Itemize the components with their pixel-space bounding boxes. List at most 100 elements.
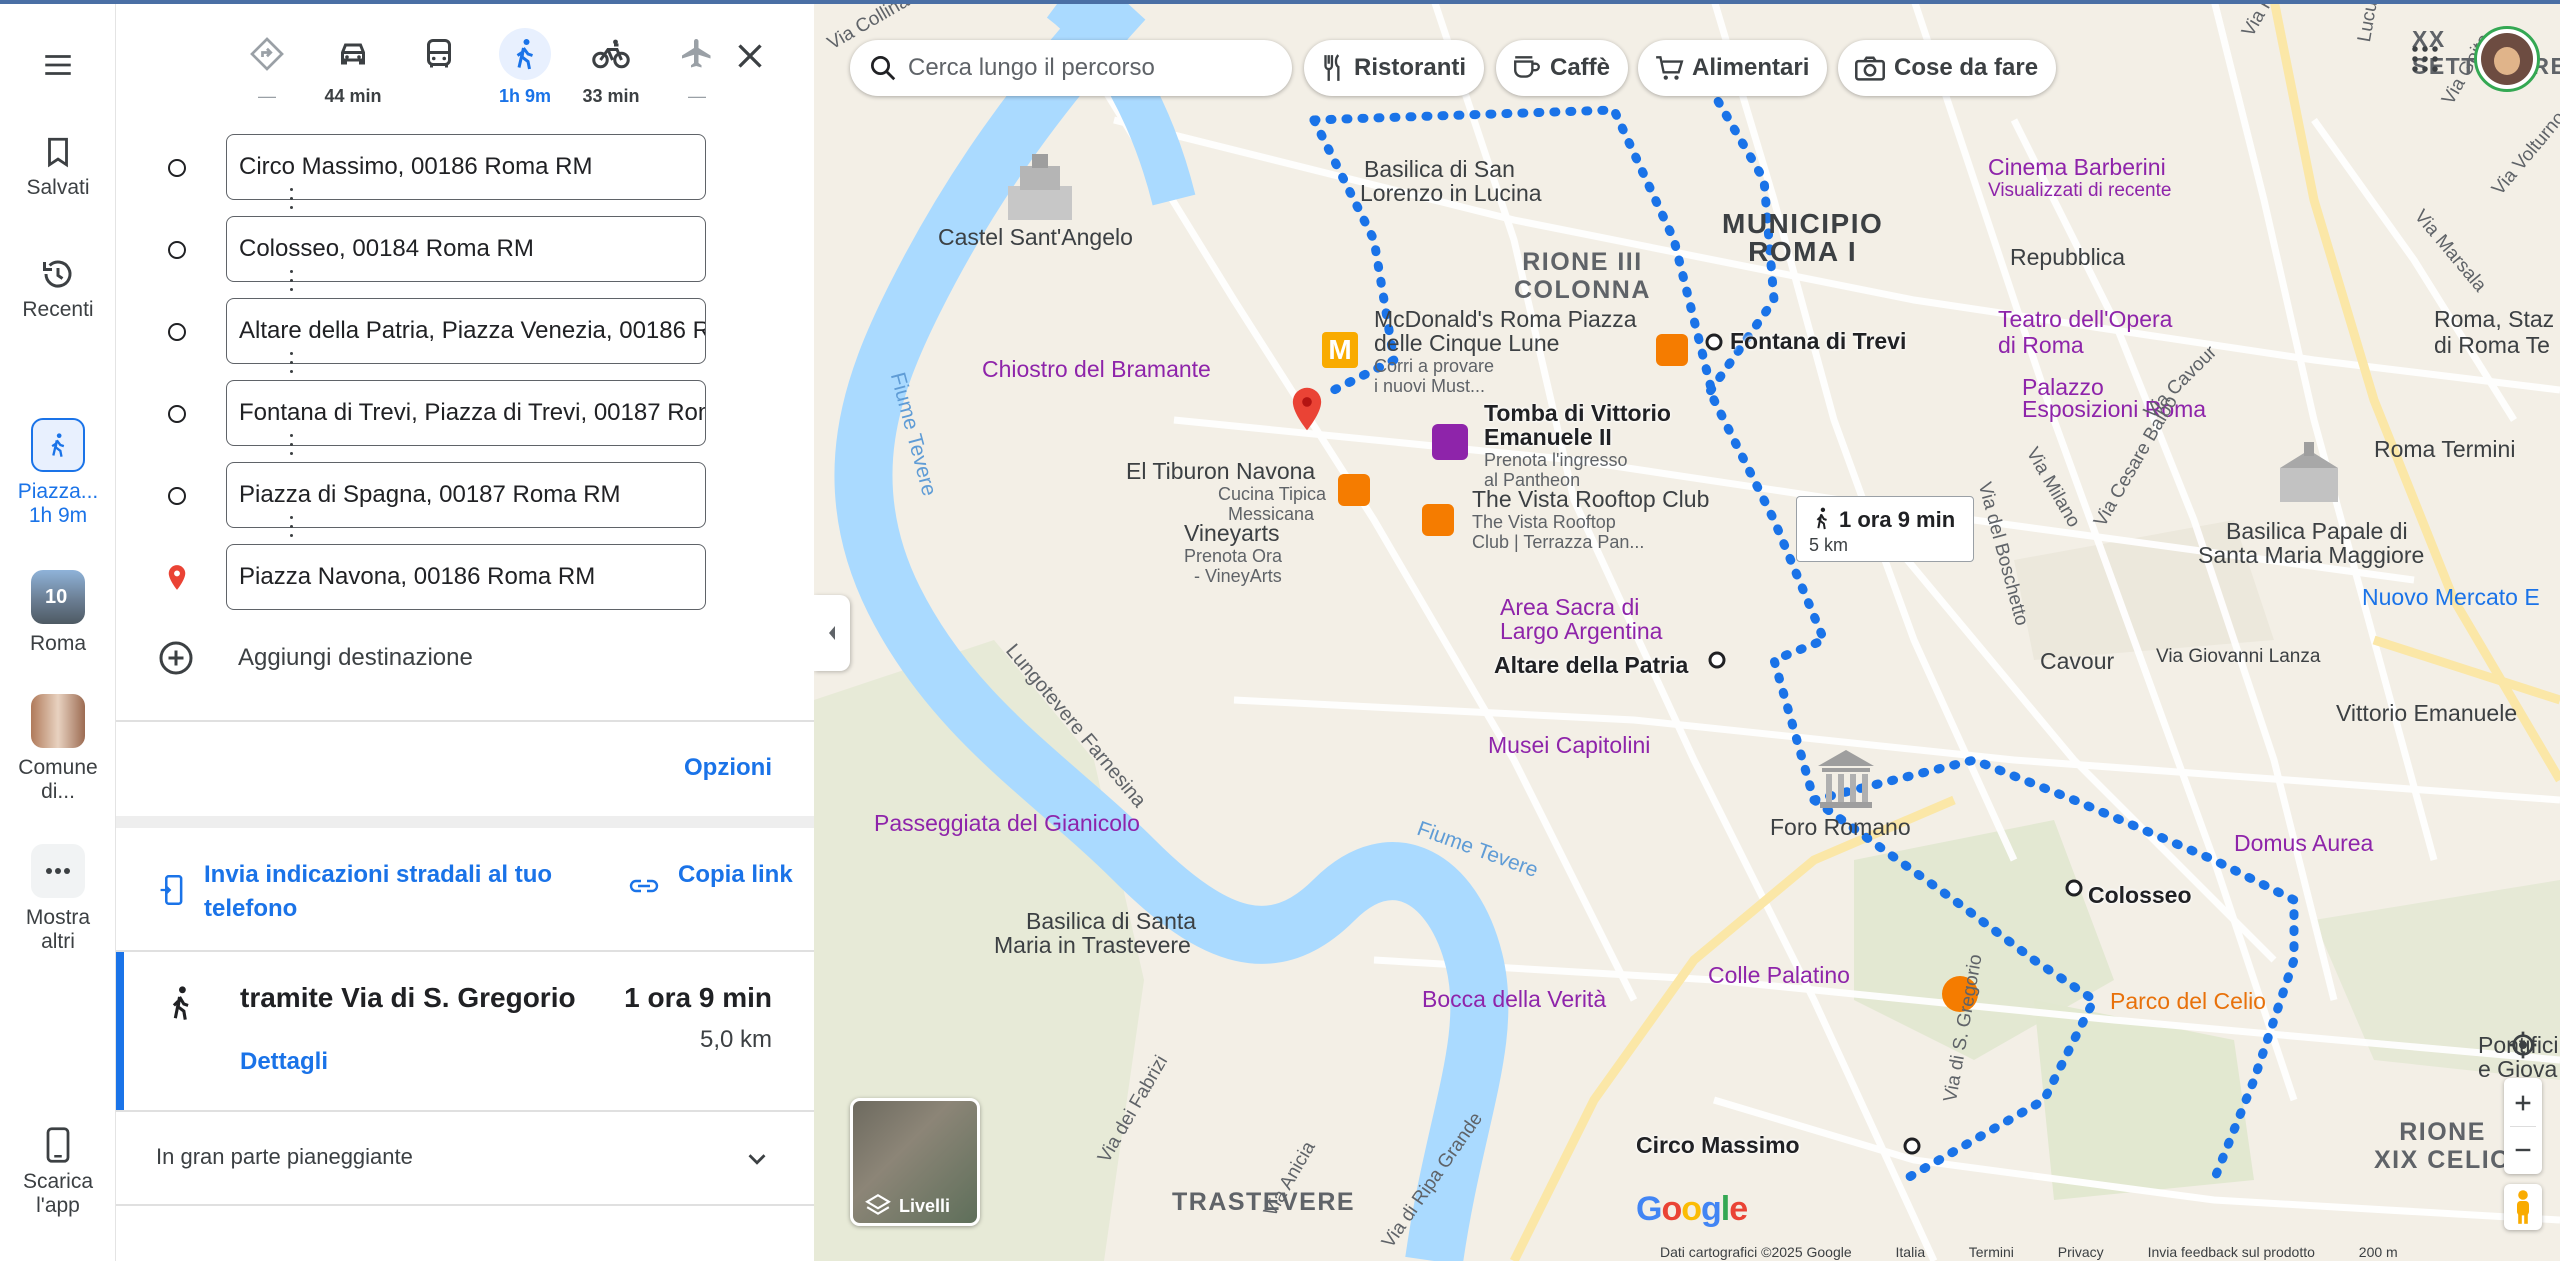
- stop-input-6[interactable]: Piazza Navona, 00186 Roma RM: [226, 544, 706, 610]
- map-label[interactable]: Basilica Papale di: [2226, 518, 2408, 545]
- copy-link-button[interactable]: Copia link: [678, 858, 798, 892]
- restaurant-icon[interactable]: M: [1322, 332, 1358, 368]
- rome-button[interactable]: 10 Roma: [0, 570, 116, 656]
- map-label[interactable]: di Roma Te: [2434, 332, 2550, 359]
- stop-input-1[interactable]: Circo Massimo, 00186 Roma RM: [226, 134, 706, 200]
- map-label[interactable]: Roma Termini: [2374, 436, 2515, 463]
- map-label[interactable]: Repubblica: [2010, 244, 2125, 271]
- map-label[interactable]: Castel Sant'Angelo: [938, 224, 1133, 251]
- map-label[interactable]: Bocca della Verità: [1422, 986, 1606, 1013]
- restaurant-icon[interactable]: [1338, 474, 1370, 506]
- saved-button[interactable]: Salvati: [0, 134, 116, 200]
- mode-flight-time: —: [688, 86, 706, 106]
- my-location-button[interactable]: [2504, 1026, 2542, 1064]
- search-along-route-input[interactable]: Cerca lungo il percorso: [850, 40, 1292, 96]
- download-app-button[interactable]: Scarica l'app: [0, 1126, 116, 1218]
- map-label[interactable]: Musei Capitolini: [1488, 732, 1650, 759]
- avatar[interactable]: [2474, 26, 2540, 92]
- map-label[interactable]: Chiostro del Bramante: [982, 356, 1211, 383]
- map-label[interactable]: Basilica di Santa: [1026, 908, 1196, 935]
- map-label[interactable]: Cinema Barberini: [1988, 154, 2166, 181]
- callout-time: 1 ora 9 min: [1839, 507, 1956, 532]
- footer-feedback[interactable]: Invia feedback sul prodotto: [2148, 1244, 2315, 1260]
- street-view-button[interactable]: [2504, 1184, 2542, 1230]
- mode-transit[interactable]: [396, 28, 482, 86]
- map-label[interactable]: Cavour: [2040, 648, 2114, 675]
- map-label[interactable]: Nuovo Mercato E: [2362, 584, 2540, 611]
- chip-things-to-do[interactable]: Cose da fare: [1838, 40, 2057, 96]
- map-label: Cucina Tipica: [1218, 484, 1327, 504]
- current-trip-label: Piazza...: [17, 480, 99, 503]
- chip-groceries[interactable]: Alimentari: [1638, 40, 1828, 96]
- stop-input-3[interactable]: Altare della Patria, Piazza Venezia, 001…: [226, 298, 706, 364]
- map-label[interactable]: Maria in Trastevere: [994, 932, 1191, 959]
- map-label[interactable]: The Vista Rooftop Club: [1472, 486, 1709, 513]
- route-option[interactable]: tramite Via di S. Gregorio 1 ora 9 min 5…: [116, 952, 814, 1110]
- stop-label-altare[interactable]: Altare della Patria: [1494, 652, 1688, 679]
- walk-thumb: [31, 418, 85, 472]
- footer-scale[interactable]: 200 m: [2359, 1244, 2398, 1260]
- map-label[interactable]: Area Sacra di: [1500, 594, 1639, 621]
- route-details-link[interactable]: Dettagli: [240, 1048, 328, 1076]
- menu-button[interactable]: [0, 48, 116, 88]
- layers-button[interactable]: Livelli: [850, 1098, 980, 1226]
- options-button[interactable]: Opzioni: [684, 754, 772, 782]
- mode-walk[interactable]: 1h 9m: [482, 28, 568, 107]
- stop-label-colosseo[interactable]: Colosseo: [2088, 882, 2192, 909]
- zoom-in-icon[interactable]: [2512, 1092, 2534, 1114]
- apps-grid-icon[interactable]: [2410, 44, 2440, 74]
- map-label[interactable]: Foro Romano: [1770, 814, 1911, 841]
- my-location-icon: [2509, 1031, 2537, 1059]
- map-label[interactable]: di Roma: [1998, 332, 2084, 359]
- mode-flight[interactable]: —: [654, 28, 740, 107]
- stop-label-circo[interactable]: Circo Massimo: [1636, 1132, 1800, 1159]
- current-trip-button[interactable]: Piazza... 1h 9m: [0, 418, 116, 528]
- stop-input-5[interactable]: Piazza di Spagna, 00187 Roma RM: [226, 462, 706, 528]
- stop-input-2[interactable]: Colosseo, 00184 Roma RM: [226, 216, 706, 282]
- map-label[interactable]: Emanuele II: [1484, 424, 1612, 451]
- map-canvas[interactable]: M Cerca lungo il percorso Ristoranti Caf…: [814, 0, 2560, 1261]
- chip-restaurants[interactable]: Ristoranti: [1304, 40, 1485, 96]
- footer-terms[interactable]: Termini: [1969, 1244, 2014, 1260]
- stop-input-4[interactable]: Fontana di Trevi, Piazza di Trevi, 00187…: [226, 380, 706, 446]
- chevron-down-icon[interactable]: [742, 1144, 772, 1174]
- monument-icon[interactable]: [1432, 424, 1468, 460]
- temple-icon: [1818, 750, 1874, 808]
- more-button[interactable]: Mostra altri: [0, 844, 116, 954]
- route-distance: 5,0 km: [699, 1026, 772, 1053]
- map-label[interactable]: Colle Palatino: [1708, 962, 1850, 989]
- route-callout[interactable]: 1 ora 9 min 5 km: [1796, 496, 1974, 562]
- rome-badge: 10: [45, 586, 68, 608]
- collapse-panel-button[interactable]: [814, 595, 850, 671]
- map-label[interactable]: Lorenzo in Lucina: [1360, 180, 1542, 207]
- footer-privacy[interactable]: Privacy: [2058, 1244, 2104, 1260]
- restaurant-icon[interactable]: [1422, 504, 1454, 536]
- send-directions-link[interactable]: Invia indicazioni stradali al tuo telefo…: [204, 858, 604, 926]
- recent-button[interactable]: Recenti: [0, 256, 116, 322]
- map-label[interactable]: Basilica di San: [1364, 156, 1515, 183]
- mode-best[interactable]: —: [224, 28, 310, 107]
- stop-label-fontana[interactable]: Fontana di Trevi: [1730, 328, 1906, 355]
- map-label[interactable]: Largo Argentina: [1500, 618, 1662, 645]
- mode-bike[interactable]: 33 min: [568, 28, 654, 107]
- map-label[interactable]: Vineyarts: [1184, 520, 1279, 547]
- map-label[interactable]: Vittorio Emanuele: [2336, 700, 2517, 727]
- map-label[interactable]: Tomba di Vittorio: [1484, 400, 1671, 427]
- footer-country[interactable]: Italia: [1896, 1244, 1926, 1260]
- map-label[interactable]: Teatro dell'Opera: [1998, 306, 2172, 333]
- map-label[interactable]: Parco del Celio: [2110, 988, 2266, 1015]
- terrain-summary[interactable]: In gran parte pianeggiante: [156, 1144, 413, 1170]
- map-label[interactable]: Santa Maria Maggiore: [2198, 542, 2424, 569]
- map-label[interactable]: delle Cinque Lune: [1374, 330, 1559, 357]
- map-label[interactable]: Domus Aurea: [2234, 830, 2373, 857]
- map-label[interactable]: Roma, Staz: [2434, 306, 2554, 333]
- close-directions-icon[interactable]: [732, 38, 768, 74]
- zoom-out-icon[interactable]: [2512, 1139, 2534, 1161]
- chip-cafe[interactable]: Caffè: [1496, 40, 1629, 96]
- comune-button[interactable]: Comune di...: [0, 694, 116, 804]
- map-label[interactable]: El Tiburon Navona: [1126, 458, 1315, 485]
- mode-car[interactable]: 44 min: [310, 28, 396, 107]
- map-label[interactable]: Passeggiata del Gianicolo: [874, 810, 1140, 837]
- map-label[interactable]: McDonald's Roma Piazza: [1374, 306, 1637, 333]
- restaurant-icon[interactable]: [1656, 334, 1688, 366]
